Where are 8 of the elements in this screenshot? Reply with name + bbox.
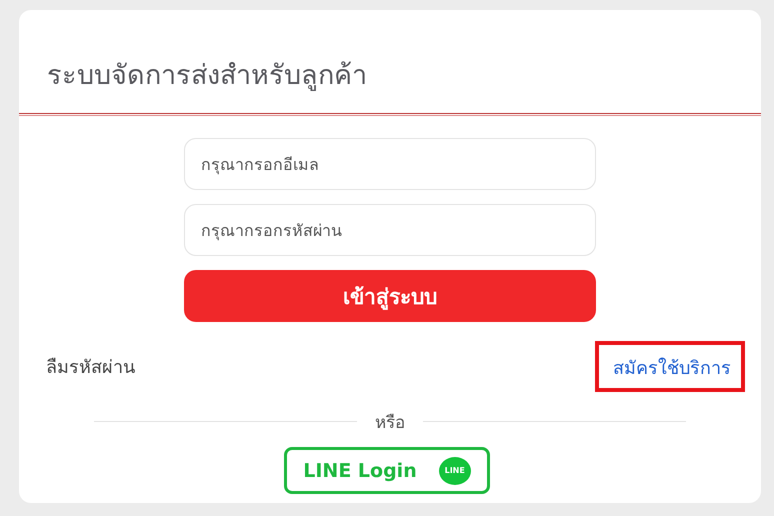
forgot-password-link[interactable]: ลืมรหัสผ่าน <box>46 352 135 381</box>
line-logo: LINE <box>438 456 471 484</box>
login-button[interactable]: เข้าสู่ระบบ <box>184 270 596 322</box>
register-link[interactable]: สมัครใช้บริการ <box>595 341 745 392</box>
input-field[interactable]: กรุณากรอกรหัสผ่าน <box>184 204 596 256</box>
page-title: ระบบจัดการส่งสำหรับลูกค้า <box>47 60 368 92</box>
input-field[interactable]: กรุณากรอกอีเมล <box>184 138 596 190</box>
divider-text: หรือ <box>375 412 405 435</box>
